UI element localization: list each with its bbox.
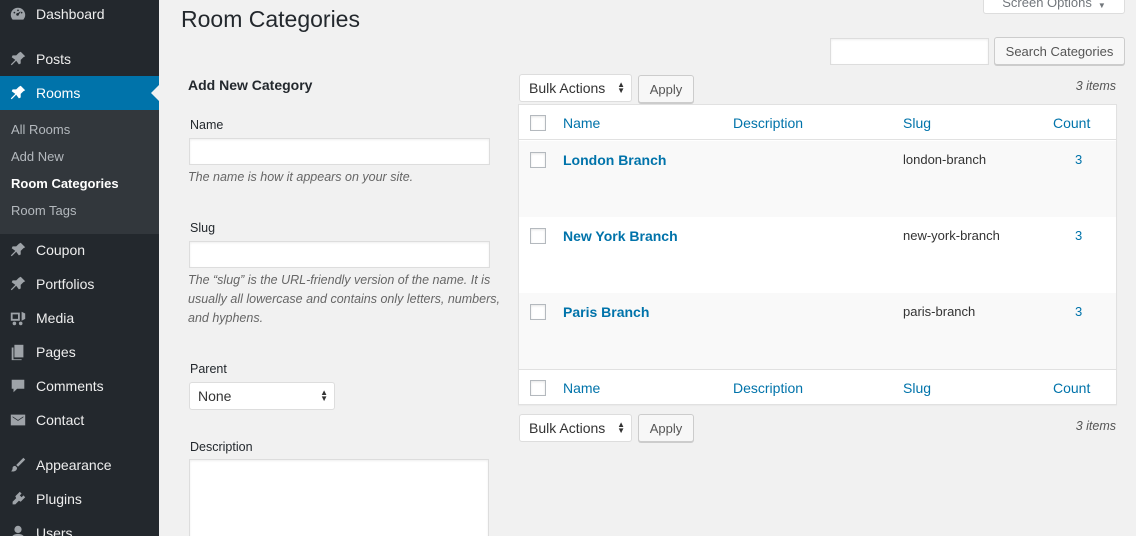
users-icon	[8, 523, 28, 536]
name-help: The name is how it appears on your site.	[188, 170, 414, 184]
row-name-link[interactable]: New York Branch	[563, 228, 678, 244]
items-count-bottom: 3 items	[1075, 419, 1116, 433]
table-footer: Name Description Slug Count	[519, 369, 1116, 404]
menu-label: Pages	[36, 344, 76, 360]
menu-label: Rooms	[36, 85, 81, 101]
search-categories-button[interactable]: Search Categories	[994, 37, 1125, 65]
column-footer-name[interactable]: Name	[563, 380, 600, 396]
parent-label: Parent	[190, 362, 227, 376]
pin-icon	[8, 49, 28, 69]
parent-select-value: None	[198, 388, 232, 404]
table-header: Name Description Slug Count	[519, 105, 1116, 140]
select-arrows-icon: ▲ ▼	[617, 420, 625, 435]
pin-icon	[8, 240, 28, 260]
menu-label: Comments	[36, 378, 104, 394]
menu-item-contact[interactable]: Contact	[0, 403, 159, 437]
row-count-link[interactable]: 3	[1075, 304, 1082, 319]
add-category-heading: Add New Category	[188, 77, 313, 93]
menu-label: Coupon	[36, 242, 86, 258]
search-input[interactable]	[830, 38, 989, 65]
menu-label: Plugins	[36, 491, 82, 507]
mail-icon	[8, 410, 28, 430]
parent-select[interactable]: None ▲ ▼	[189, 382, 335, 410]
submenu-room-categories[interactable]: Room Categories	[11, 176, 119, 191]
row-name-link[interactable]: Paris Branch	[563, 304, 649, 320]
menu-item-portfolios[interactable]: Portfolios	[0, 267, 159, 301]
menu-item-dashboard[interactable]: Dashboard	[0, 0, 159, 31]
row-slug: london-branch	[903, 152, 987, 167]
bulk-actions-select-top[interactable]: Bulk Actions ▲ ▼	[519, 74, 632, 102]
menu-item-media[interactable]: Media	[0, 301, 159, 335]
menu-label: Portfolios	[36, 276, 95, 292]
column-header-slug[interactable]: Slug	[903, 115, 931, 131]
admin-sidebar: Dashboard Posts Rooms All Rooms Add New …	[0, 0, 159, 536]
row-slug: new-york-branch	[903, 228, 1000, 243]
table-row: London Branch london-branch 3	[519, 141, 1116, 217]
select-arrows-icon: ▲ ▼	[320, 388, 328, 403]
menu-label: Users	[36, 525, 73, 536]
table-row: New York Branch new-york-branch 3	[519, 217, 1116, 293]
row-slug: paris-branch	[903, 304, 976, 319]
screen-options-label: Screen Options	[1002, 0, 1092, 10]
menu-item-rooms[interactable]: Rooms	[0, 76, 159, 110]
column-header-description[interactable]: Description	[733, 115, 803, 131]
description-label: Description	[190, 440, 253, 454]
submenu-all-rooms[interactable]: All Rooms	[11, 122, 70, 137]
submenu-add-new[interactable]: Add New	[11, 149, 64, 164]
categories-table: Name Description Slug Count London Branc…	[518, 104, 1117, 405]
menu-item-comments[interactable]: Comments	[0, 369, 159, 403]
bulk-actions-select-bottom[interactable]: Bulk Actions ▲ ▼	[519, 414, 632, 442]
menu-item-appearance[interactable]: Appearance	[0, 448, 159, 482]
description-textarea[interactable]	[189, 459, 489, 536]
caret-down-icon: ▼	[1097, 1, 1106, 10]
menu-label: Contact	[36, 412, 85, 428]
slug-field[interactable]	[189, 241, 490, 268]
row-name-link[interactable]: London Branch	[563, 152, 666, 168]
slug-label: Slug	[190, 221, 216, 235]
screen-options-button[interactable]: Screen Options ▼	[983, 0, 1125, 14]
name-label: Name	[190, 118, 224, 132]
menu-item-pages[interactable]: Pages	[0, 335, 159, 369]
column-footer-count[interactable]: Count	[1053, 380, 1090, 396]
apply-button-top[interactable]: Apply	[638, 75, 694, 103]
select-all-checkbox[interactable]	[530, 115, 546, 131]
menu-item-coupon[interactable]: Coupon	[0, 233, 159, 267]
menu-label: Appearance	[36, 457, 112, 473]
column-header-name[interactable]: Name	[563, 115, 600, 131]
submenu-room-tags[interactable]: Room Tags	[11, 203, 77, 218]
rooms-submenu: All Rooms Add New Room Categories Room T…	[0, 110, 159, 234]
column-header-count[interactable]: Count	[1053, 115, 1090, 131]
select-all-checkbox-footer[interactable]	[530, 380, 546, 396]
menu-label: Media	[36, 310, 75, 326]
column-footer-slug[interactable]: Slug	[903, 380, 931, 396]
page-title: Room Categories	[181, 6, 360, 32]
table-row: Paris Branch paris-branch 3	[519, 293, 1116, 369]
dashboard-icon	[8, 4, 28, 24]
menu-label: Dashboard	[36, 6, 105, 22]
column-footer-description[interactable]: Description	[733, 380, 803, 396]
slug-help: The “slug” is the URL-friendly version o…	[188, 273, 500, 325]
menu-item-users[interactable]: Users	[0, 516, 159, 536]
brush-icon	[8, 455, 28, 475]
media-icon	[8, 308, 28, 328]
items-count-top: 3 items	[1075, 79, 1116, 93]
bulk-actions-label: Bulk Actions	[529, 80, 606, 96]
apply-button-bottom[interactable]: Apply	[638, 414, 694, 442]
pages-icon	[8, 342, 28, 362]
menu-item-plugins[interactable]: Plugins	[0, 482, 159, 516]
row-checkbox[interactable]	[530, 152, 546, 168]
menu-item-posts[interactable]: Posts	[0, 42, 159, 76]
menu-label: Posts	[36, 51, 72, 67]
pin-icon	[8, 274, 28, 294]
plug-icon	[8, 489, 28, 509]
pin-icon	[8, 83, 28, 103]
row-checkbox[interactable]	[530, 304, 546, 320]
name-field[interactable]	[189, 138, 490, 165]
comment-icon	[8, 376, 28, 396]
row-checkbox[interactable]	[530, 228, 546, 244]
row-count-link[interactable]: 3	[1075, 228, 1082, 243]
select-arrows-icon: ▲ ▼	[617, 80, 625, 95]
bulk-actions-label: Bulk Actions	[529, 420, 606, 436]
row-count-link[interactable]: 3	[1075, 152, 1082, 167]
